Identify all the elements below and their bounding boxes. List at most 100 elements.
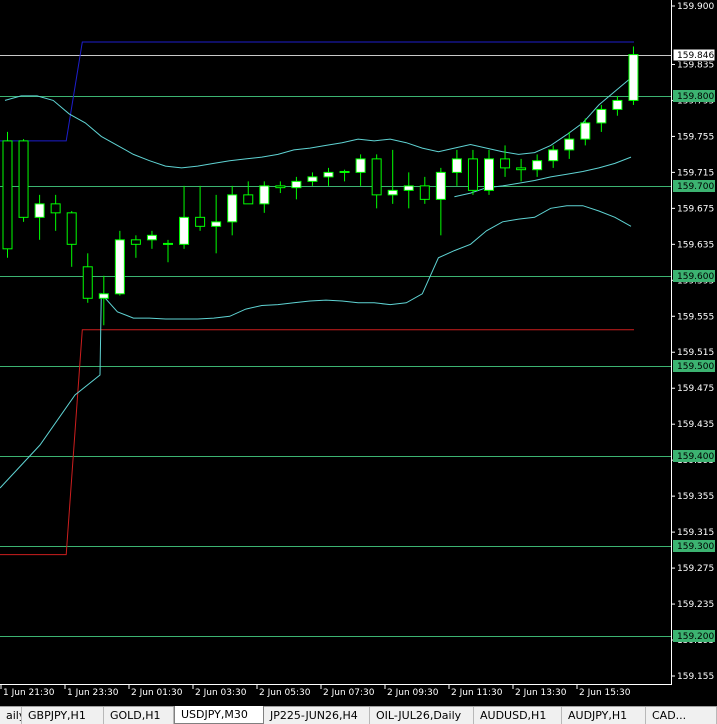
candle[interactable] bbox=[451, 149, 462, 186]
candle-body bbox=[339, 170, 350, 173]
level-price-text: 159.800 bbox=[677, 92, 714, 102]
candle-body bbox=[516, 167, 527, 171]
price-tick-label: 159.235 bbox=[677, 600, 714, 610]
candle-body bbox=[467, 158, 478, 191]
candle[interactable] bbox=[259, 181, 270, 213]
bollinger-lower-line bbox=[0, 205, 632, 489]
level-price-text: 159.700 bbox=[677, 182, 714, 192]
price-tick-label: 159.715 bbox=[677, 168, 714, 178]
candle-body bbox=[371, 158, 382, 196]
candle-body bbox=[66, 212, 77, 245]
candle-body bbox=[98, 293, 109, 299]
chart-tab-bar: aily GBPJPY,H1 GOLD,H1 USDJPY,M30 JP225-… bbox=[0, 706, 717, 724]
candle[interactable] bbox=[114, 230, 125, 296]
bollinger-middle-line bbox=[454, 156, 632, 198]
candle[interactable] bbox=[435, 167, 446, 236]
candle-body bbox=[532, 160, 543, 171]
candle-body bbox=[34, 203, 45, 218]
candle[interactable] bbox=[291, 176, 302, 200]
candle-body bbox=[50, 203, 61, 214]
price-chart[interactable]: 159.900159.835159.795159.755159.715159.6… bbox=[0, 0, 717, 706]
candle-body bbox=[2, 140, 13, 250]
candle[interactable] bbox=[355, 154, 366, 186]
candle[interactable] bbox=[195, 185, 206, 231]
tab-gbpjpy-h1[interactable]: GBPJPY,H1 bbox=[22, 707, 104, 724]
time-tick-label: 2 Jun 07:30 bbox=[323, 688, 375, 698]
tab-usdjpy-m30[interactable]: USDJPY,M30 bbox=[174, 706, 264, 724]
candle-body bbox=[211, 221, 222, 227]
candle-body bbox=[580, 122, 591, 140]
candle[interactable] bbox=[484, 149, 494, 195]
price-tick-label: 159.155 bbox=[677, 672, 714, 682]
candle[interactable] bbox=[179, 185, 190, 249]
tab-daily[interactable]: aily bbox=[0, 707, 22, 724]
candle[interactable] bbox=[467, 149, 478, 195]
time-tick-label: 2 Jun 11:30 bbox=[451, 688, 503, 698]
candle[interactable] bbox=[34, 194, 45, 240]
price-tick-label: 159.635 bbox=[677, 240, 714, 250]
candle[interactable] bbox=[387, 149, 398, 204]
candle-body bbox=[163, 242, 173, 245]
time-tick-label: 2 Jun 15:30 bbox=[579, 688, 631, 698]
candle[interactable] bbox=[339, 169, 350, 182]
price-tick-label: 159.315 bbox=[677, 528, 714, 538]
time-tick-label: 1 Jun 23:30 bbox=[67, 688, 119, 698]
price-tick-label: 159.835 bbox=[677, 60, 714, 70]
candle-body bbox=[275, 185, 286, 189]
candle[interactable] bbox=[500, 145, 511, 177]
candle[interactable] bbox=[628, 46, 639, 105]
candle-body bbox=[355, 158, 366, 173]
level-price-text: 159.500 bbox=[677, 362, 714, 372]
candle[interactable] bbox=[580, 118, 591, 146]
candle[interactable] bbox=[548, 145, 559, 168]
candle[interactable] bbox=[275, 181, 286, 194]
candle[interactable] bbox=[211, 194, 222, 254]
candle[interactable] bbox=[307, 172, 318, 186]
candle[interactable] bbox=[532, 154, 543, 177]
candle[interactable] bbox=[323, 167, 334, 186]
candle-body bbox=[451, 158, 462, 173]
candle-body bbox=[548, 149, 559, 162]
channel-upper-line bbox=[0, 41, 634, 142]
tab-gold-h1[interactable]: GOLD,H1 bbox=[104, 707, 174, 724]
candle[interactable] bbox=[371, 154, 382, 209]
candle[interactable] bbox=[2, 131, 13, 258]
candle-body bbox=[82, 266, 93, 299]
candle[interactable] bbox=[243, 181, 254, 205]
candle[interactable] bbox=[163, 239, 173, 263]
candle-body bbox=[114, 239, 125, 295]
candle[interactable] bbox=[403, 172, 414, 209]
candle-body bbox=[18, 140, 29, 218]
candle[interactable] bbox=[66, 211, 77, 267]
candle[interactable] bbox=[516, 158, 527, 182]
candle[interactable] bbox=[596, 104, 607, 132]
candle[interactable] bbox=[82, 253, 93, 303]
tab-audusd-h1[interactable]: AUDUSD,H1 bbox=[474, 707, 562, 724]
chart-canvas[interactable]: 159.900159.835159.795159.755159.715159.6… bbox=[0, 0, 717, 706]
tab-oil-daily[interactable]: OIL-JUL26,Daily bbox=[370, 707, 474, 724]
time-tick-label: 1 Jun 21:30 bbox=[3, 688, 55, 698]
candle-body bbox=[435, 171, 446, 200]
candle[interactable] bbox=[18, 139, 29, 222]
time-tick-label: 2 Jun 09:30 bbox=[387, 688, 439, 698]
candle[interactable] bbox=[146, 230, 157, 249]
candle-body bbox=[243, 194, 254, 205]
tab-cad[interactable]: CAD... bbox=[646, 707, 717, 724]
candle[interactable] bbox=[227, 185, 238, 236]
price-tick-label: 159.555 bbox=[677, 312, 714, 322]
level-price-text: 159.200 bbox=[677, 632, 714, 642]
candle[interactable] bbox=[612, 95, 623, 116]
tab-audjpy-h1[interactable]: AUDJPY,H1 bbox=[562, 707, 646, 724]
candle-body bbox=[291, 180, 302, 189]
candle[interactable] bbox=[564, 131, 575, 159]
level-price-text: 159.300 bbox=[677, 542, 714, 552]
candle-body bbox=[628, 54, 639, 101]
candle[interactable] bbox=[419, 176, 430, 204]
candle[interactable] bbox=[50, 194, 61, 231]
tab-jp225-h4[interactable]: JP225-JUN26,H4 bbox=[264, 707, 370, 724]
price-tick-label: 159.475 bbox=[677, 384, 714, 394]
candle[interactable] bbox=[130, 235, 141, 258]
candle-body bbox=[596, 108, 607, 124]
level-price-text: 159.400 bbox=[677, 452, 714, 462]
price-tick-label: 159.515 bbox=[677, 348, 714, 358]
